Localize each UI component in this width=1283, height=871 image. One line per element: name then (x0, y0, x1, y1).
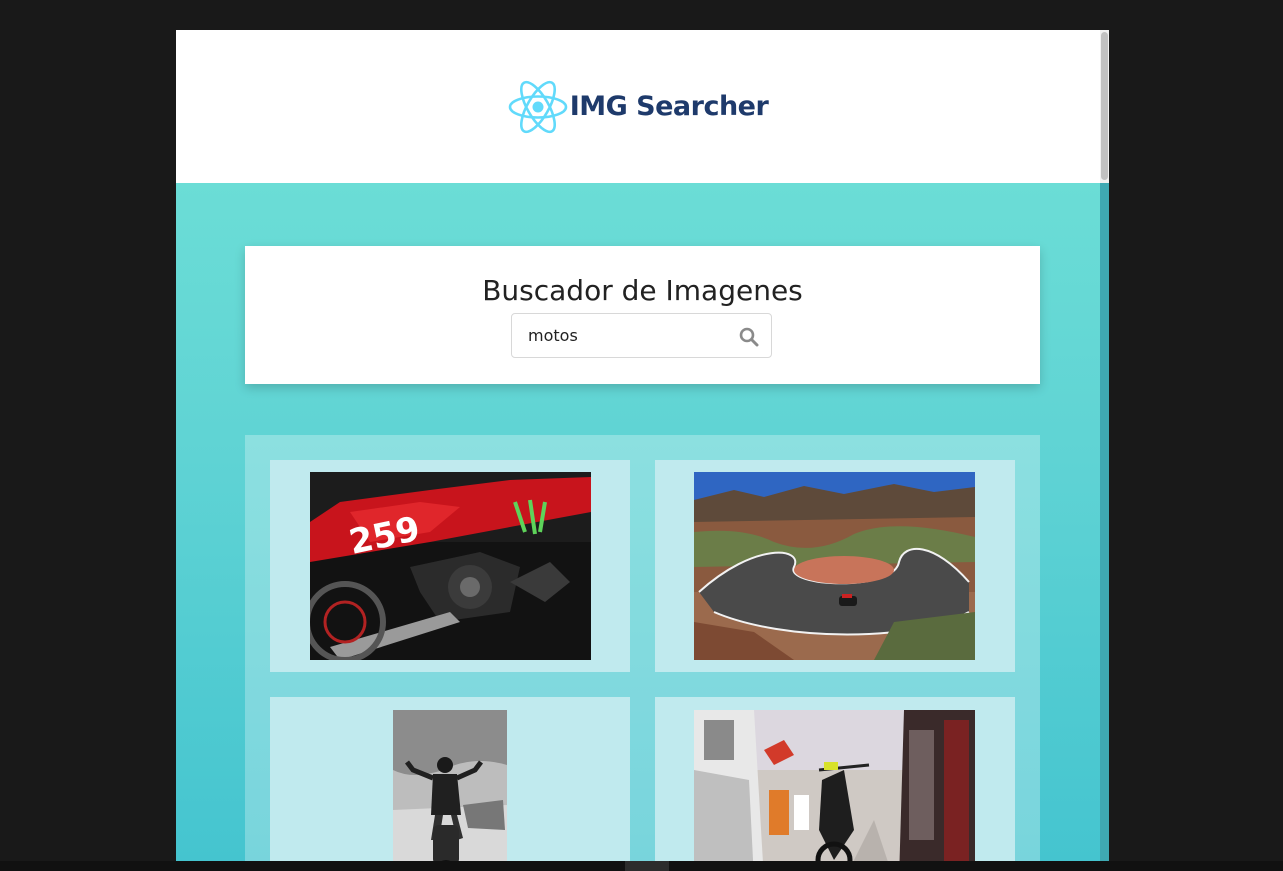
search-card: Buscador de Imagenes (245, 246, 1040, 384)
result-card[interactable] (655, 697, 1015, 871)
app-title: IMG Searcher (569, 91, 769, 122)
app-window: IMG Searcher Buscador de Imagenes motos … (176, 30, 1109, 871)
results-panel: 259 (245, 435, 1040, 871)
result-image[interactable]: 259 (310, 472, 591, 660)
search-title: Buscador de Imagenes (482, 274, 803, 307)
search-icon[interactable] (739, 327, 759, 347)
result-image[interactable] (694, 710, 975, 871)
result-image[interactable] (694, 472, 975, 660)
bottom-bar-chip (625, 861, 669, 871)
app-header: IMG Searcher (176, 30, 1100, 183)
scrollbar-thumb[interactable] (1101, 32, 1108, 180)
scrollbar-track-lower (1100, 183, 1109, 871)
result-card[interactable]: 259 (270, 460, 630, 672)
result-image[interactable] (393, 710, 507, 871)
result-card[interactable] (270, 697, 630, 871)
result-card[interactable] (655, 460, 1015, 672)
react-atom-icon (508, 80, 567, 133)
search-box[interactable] (511, 313, 772, 358)
brand[interactable]: IMG Searcher (508, 79, 769, 135)
page-body: Buscador de Imagenes 259 (176, 183, 1100, 871)
search-input[interactable] (528, 314, 728, 357)
